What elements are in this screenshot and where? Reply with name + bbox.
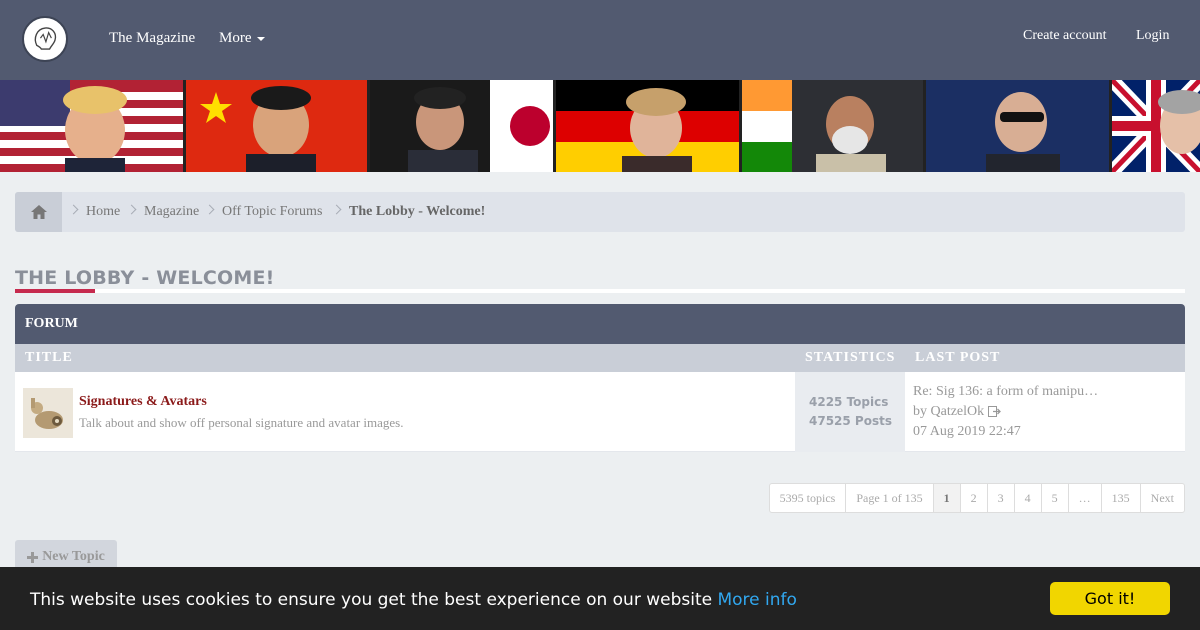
- plus-icon: [27, 551, 39, 563]
- topics-count: 4225 Topics: [809, 395, 889, 409]
- pagination-topic-count: 5395 topics: [770, 484, 847, 512]
- page-2[interactable]: 2: [961, 484, 988, 512]
- cookie-more-info-link[interactable]: More info: [717, 590, 796, 610]
- next-page-button[interactable]: Next: [1141, 484, 1184, 512]
- column-last-post: LAST POST: [905, 344, 1185, 372]
- banner-tile-usa: [0, 80, 186, 172]
- breadcrumb-current: The Lobby - Welcome!: [349, 204, 486, 219]
- breadcrumb-off-topic-forums[interactable]: Off Topic Forums: [222, 204, 322, 220]
- login-link[interactable]: Login: [1136, 28, 1169, 44]
- breadcrumb-magazine[interactable]: Magazine: [144, 204, 199, 220]
- last-post-by-label: by: [913, 404, 927, 419]
- forum-link-signatures-avatars[interactable]: Signatures & Avatars: [79, 394, 207, 410]
- title-accent-bar: [15, 289, 95, 293]
- home-icon: [30, 205, 47, 219]
- external-link-icon[interactable]: [987, 406, 1001, 418]
- banner-tile-india: [742, 80, 926, 172]
- last-post-link[interactable]: Re: Sig 136: a form of manipu…: [913, 384, 1098, 400]
- last-post-author: by QatzelOk: [913, 404, 1001, 420]
- page-5[interactable]: 5: [1042, 484, 1069, 512]
- chevron-right-icon: [126, 204, 137, 215]
- header-banner: [0, 80, 1200, 172]
- chevron-right-icon: [331, 204, 342, 215]
- cookie-accept-button[interactable]: Got it!: [1050, 582, 1170, 615]
- banner-tile-germany: [556, 80, 742, 172]
- page-135[interactable]: 135: [1102, 484, 1141, 512]
- column-statistics: STATISTICS: [795, 344, 905, 372]
- nav-more-label: More: [219, 30, 252, 46]
- forum-header-label: FORUM: [25, 316, 78, 331]
- new-topic-label: New Topic: [42, 549, 105, 564]
- nav-more-dropdown[interactable]: More: [219, 30, 265, 47]
- banner-tile-china: [186, 80, 370, 172]
- page-3[interactable]: 3: [988, 484, 1015, 512]
- cookie-banner: This website uses cookies to ensure you …: [0, 567, 1200, 630]
- last-post-date: 07 Aug 2019 22:47: [913, 424, 1021, 439]
- column-title-label: TITLE: [25, 350, 73, 365]
- forum-thumbnail[interactable]: [23, 388, 73, 438]
- page-ellipsis: …: [1069, 484, 1102, 512]
- forum-statistics: 4225 Topics 47525 Posts: [795, 372, 905, 452]
- pagination-page-info: Page 1 of 135: [846, 484, 934, 512]
- page-4[interactable]: 4: [1015, 484, 1042, 512]
- banner-tile-uk: [1112, 80, 1200, 172]
- create-account-link[interactable]: Create account: [1023, 28, 1107, 44]
- pagination: 5395 topics Page 1 of 135 1 2 3 4 5 … 13…: [768, 483, 1185, 513]
- page-title: THE LOBBY - WELCOME!: [15, 267, 275, 289]
- breadcrumb: Home Magazine Off Topic Forums The Lobby…: [15, 192, 1185, 232]
- page-1[interactable]: 1: [933, 484, 961, 512]
- top-navbar: The Magazine More Create account Login: [0, 0, 1200, 80]
- banner-tile-russia: [926, 80, 1112, 172]
- logo-icon[interactable]: [22, 16, 68, 62]
- column-statistics-label: STATISTICS: [805, 350, 896, 365]
- forum-description: Talk about and show off personal signatu…: [79, 415, 404, 430]
- cookie-text: This website uses cookies to ensure you …: [30, 590, 713, 610]
- breadcrumb-home[interactable]: Home: [86, 204, 120, 220]
- forum-table-header: FORUM: [15, 304, 1185, 344]
- posts-count: 47525 Posts: [809, 414, 892, 428]
- chevron-right-icon: [68, 204, 79, 215]
- column-last-post-label: LAST POST: [915, 350, 1001, 365]
- title-divider: [15, 289, 1185, 293]
- breadcrumb-home-button[interactable]: [15, 192, 62, 232]
- banner-tile-japan: [370, 80, 556, 172]
- last-post-user-link[interactable]: QatzelOk: [931, 404, 985, 419]
- forum-row: Signatures & Avatars Talk about and show…: [15, 372, 1185, 452]
- nav-the-magazine[interactable]: The Magazine: [109, 30, 195, 47]
- caret-down-icon: [256, 36, 265, 41]
- column-title: TITLE: [15, 344, 795, 372]
- cookie-message: This website uses cookies to ensure you …: [30, 590, 797, 610]
- chevron-right-icon: [204, 204, 215, 215]
